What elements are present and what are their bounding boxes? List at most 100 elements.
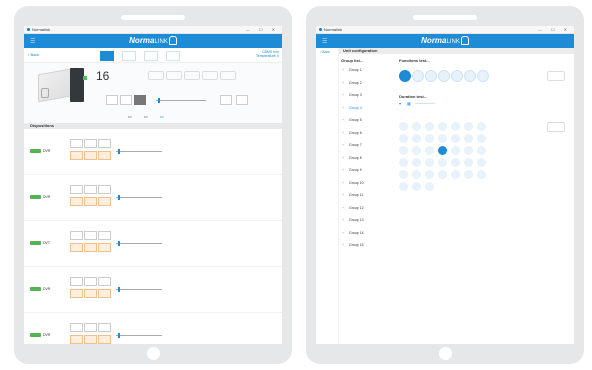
level-slider[interactable]: [156, 100, 206, 101]
calendar-day[interactable]: [464, 134, 473, 143]
calendar-day[interactable]: [451, 158, 460, 167]
calendar-day[interactable]: [425, 122, 434, 131]
function-option-selected[interactable]: [399, 70, 411, 82]
action-button[interactable]: [98, 151, 111, 160]
status-chip-5[interactable]: [220, 71, 236, 80]
calendar-day[interactable]: [399, 158, 408, 167]
calendar-day[interactable]: [412, 182, 421, 191]
control-button-5[interactable]: [236, 95, 248, 105]
slider-handle[interactable]: [118, 195, 120, 200]
calendar-day[interactable]: [412, 158, 421, 167]
group-item[interactable]: + Group 6: [339, 127, 391, 140]
calendar-day[interactable]: [438, 134, 447, 143]
tab-4[interactable]: [166, 51, 180, 61]
mode-button[interactable]: [98, 231, 111, 240]
slider-handle[interactable]: [118, 287, 120, 292]
action-button[interactable]: [70, 151, 83, 160]
action-button[interactable]: [98, 335, 111, 344]
control-button-1[interactable]: [106, 95, 118, 105]
action-button[interactable]: [70, 243, 83, 252]
calendar-day[interactable]: [425, 170, 434, 179]
calendar-day[interactable]: [438, 122, 447, 131]
back-button[interactable]: ‹ Back: [320, 50, 330, 54]
window-controls[interactable]: — ☐ ✕: [246, 26, 279, 33]
control-button-active[interactable]: [134, 95, 146, 105]
calendar-day[interactable]: [399, 134, 408, 143]
control-button-2[interactable]: [120, 95, 132, 105]
group-item[interactable]: + Group 9: [339, 164, 391, 177]
calendar-day[interactable]: [412, 122, 421, 131]
status-chip-4[interactable]: [202, 71, 218, 80]
mode-button[interactable]: [70, 185, 83, 194]
duration-apply-button[interactable]: [547, 122, 565, 132]
action-button[interactable]: [84, 289, 97, 298]
home-button[interactable]: [147, 347, 160, 360]
slider-handle[interactable]: [118, 333, 120, 338]
pager-dot-3[interactable]: •••: [160, 115, 164, 119]
function-option[interactable]: [477, 70, 489, 82]
status-chip-2[interactable]: [166, 71, 182, 80]
action-button[interactable]: [70, 289, 83, 298]
calendar-day[interactable]: [477, 170, 486, 179]
calendar-day[interactable]: [425, 134, 434, 143]
mode-button[interactable]: [98, 185, 111, 194]
slider-handle[interactable]: [118, 149, 120, 154]
mode-button[interactable]: [84, 185, 97, 194]
action-button[interactable]: [84, 151, 97, 160]
mode-button[interactable]: [70, 323, 83, 332]
status-chip-1[interactable]: [148, 71, 164, 80]
mode-button[interactable]: [98, 323, 111, 332]
mode-button[interactable]: [70, 139, 83, 148]
functions-apply-button[interactable]: [547, 71, 565, 81]
calendar-day[interactable]: [451, 170, 460, 179]
mode-button[interactable]: [84, 139, 97, 148]
mode-button[interactable]: [84, 323, 97, 332]
group-item[interactable]: + Group 1: [339, 64, 391, 77]
status-chip-3[interactable]: [184, 71, 200, 80]
function-option[interactable]: [464, 70, 476, 82]
level-slider[interactable]: [116, 243, 162, 244]
calendar-day[interactable]: [438, 170, 447, 179]
tab-3[interactable]: [144, 51, 158, 61]
slider-handle[interactable]: [158, 98, 160, 103]
group-item[interactable]: + Group 8: [339, 152, 391, 165]
calendar-icon[interactable]: ▦: [407, 101, 411, 106]
home-button[interactable]: [439, 347, 452, 360]
calendar-day[interactable]: [451, 146, 460, 155]
tab-1[interactable]: [100, 51, 114, 61]
calendar-day[interactable]: [399, 146, 408, 155]
calendar-day[interactable]: [412, 146, 421, 155]
group-item[interactable]: + Group 13: [339, 214, 391, 227]
calendar-day[interactable]: [412, 170, 421, 179]
action-button[interactable]: [84, 197, 97, 206]
group-item[interactable]: + Group 5: [339, 114, 391, 127]
mode-button[interactable]: [98, 139, 111, 148]
mode-button[interactable]: [70, 231, 83, 240]
group-item[interactable]: + Group 3: [339, 89, 391, 102]
mode-button[interactable]: [84, 231, 97, 240]
function-option[interactable]: [451, 70, 463, 82]
calendar-day[interactable]: [412, 134, 421, 143]
calendar-day[interactable]: [464, 146, 473, 155]
action-button[interactable]: [70, 197, 83, 206]
function-option[interactable]: [425, 70, 437, 82]
action-button[interactable]: [98, 243, 111, 252]
calendar-day[interactable]: [425, 158, 434, 167]
level-slider[interactable]: [116, 289, 162, 290]
calendar-day[interactable]: [425, 146, 434, 155]
calendar-day[interactable]: [399, 182, 408, 191]
level-slider[interactable]: [116, 151, 162, 152]
group-item[interactable]: + Group 2: [339, 77, 391, 90]
action-button[interactable]: [70, 335, 83, 344]
group-item[interactable]: + Group 11: [339, 189, 391, 202]
tab-2[interactable]: [122, 51, 136, 61]
calendar-day[interactable]: [438, 158, 447, 167]
group-item[interactable]: + Group 12: [339, 202, 391, 215]
back-button[interactable]: ‹ Back: [28, 52, 39, 57]
group-item-active[interactable]: + Group 4: [339, 102, 391, 115]
calendar-day[interactable]: [464, 158, 473, 167]
function-option[interactable]: [438, 70, 450, 82]
group-item[interactable]: + Group 7: [339, 139, 391, 152]
calendar-day[interactable]: [451, 122, 460, 131]
action-button[interactable]: [84, 335, 97, 344]
